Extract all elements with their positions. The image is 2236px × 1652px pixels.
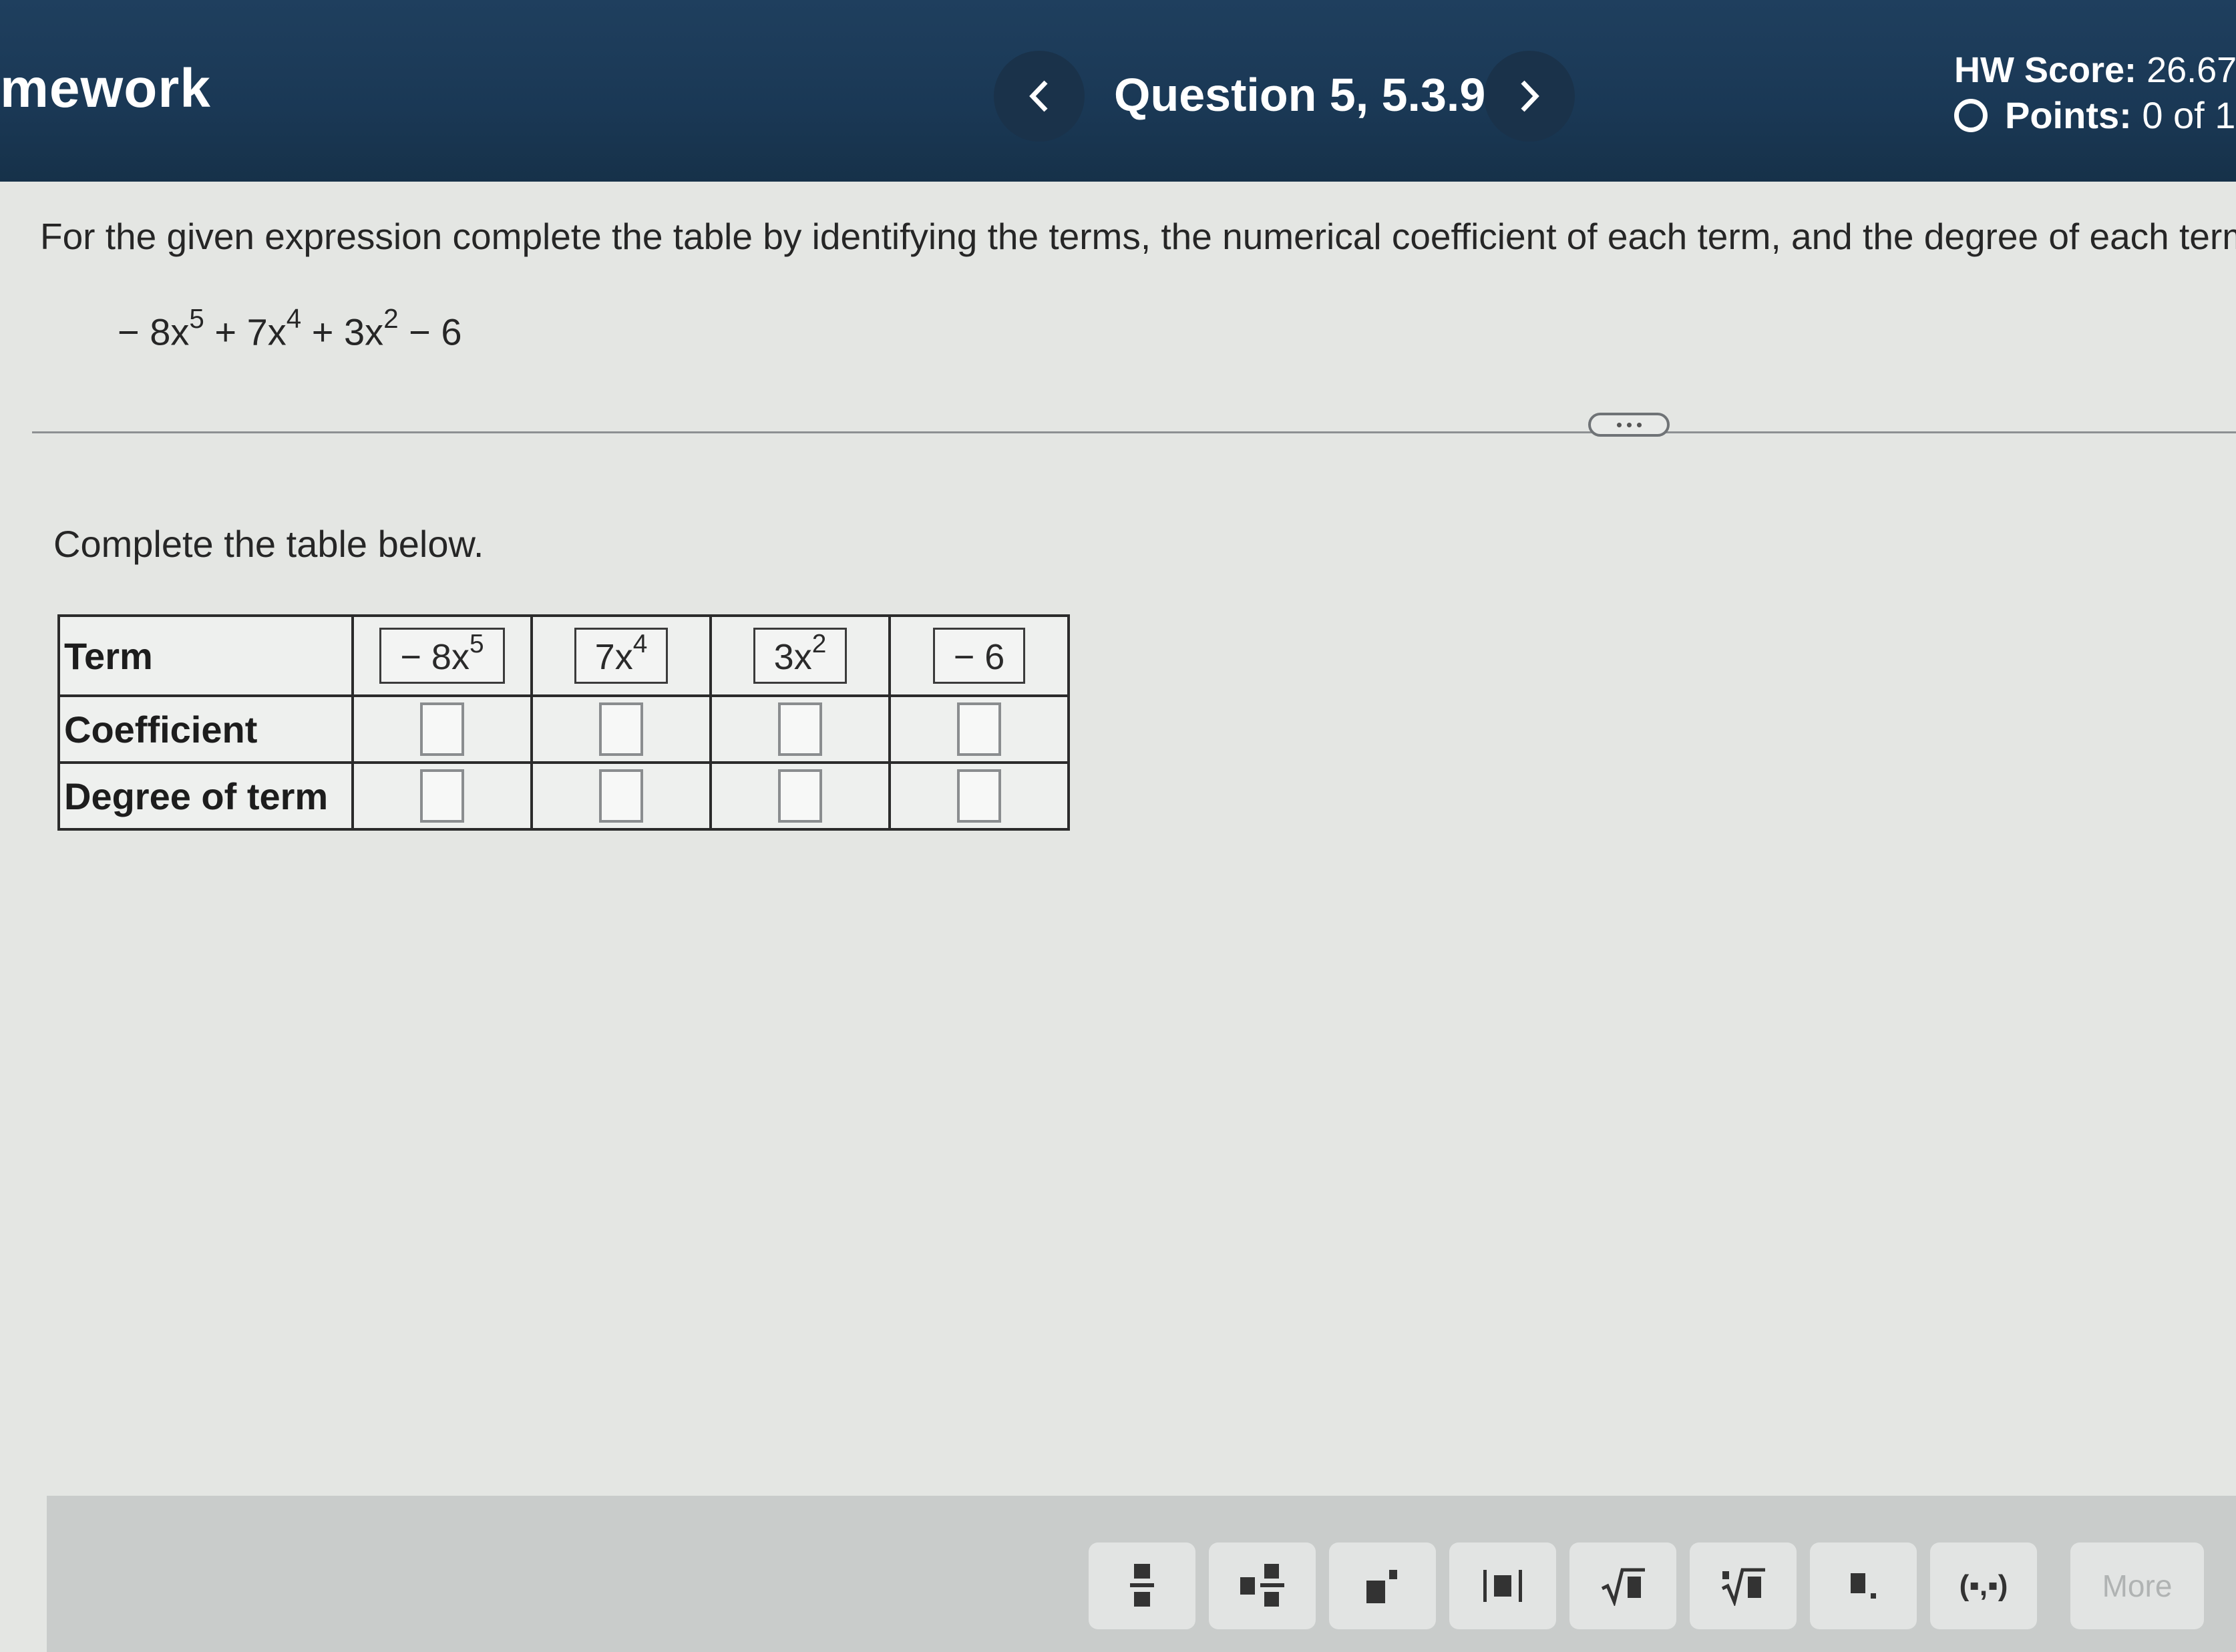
table-row-degree: Degree of term [57, 761, 1070, 831]
table-row-term: Term − 8x5 7x4 3x2 − 6 [57, 614, 1070, 697]
fraction-icon [1130, 1564, 1154, 1607]
hw-score: HW Score: 26.67 [1954, 49, 2236, 91]
answer-table: Term − 8x5 7x4 3x2 − 6 Coefficient Degre… [57, 614, 1070, 831]
expr-term-2: + 7x [204, 311, 287, 353]
points-value: 0 of 1 [2142, 94, 2236, 136]
coefficient-cell [709, 694, 891, 764]
ordered-pair-icon: (▪,▪) [1959, 1569, 2008, 1602]
degree-cell [888, 761, 1070, 831]
degree-cell [351, 761, 533, 831]
term-box-2: 7x4 [574, 628, 669, 684]
exponent-icon [1366, 1570, 1397, 1603]
coefficient-input-4[interactable] [957, 702, 1001, 756]
absolute-value-icon [1483, 1570, 1522, 1602]
degree-input-2[interactable] [599, 769, 643, 823]
dot-icon [1626, 422, 1632, 427]
task-label: Complete the table below. [53, 523, 484, 565]
dot-icon [1616, 422, 1622, 427]
row-header-term: Term [57, 614, 354, 697]
square-root-icon [1601, 1568, 1645, 1606]
question-instructions: For the given expression complete the ta… [40, 216, 2236, 257]
term-cell: 3x2 [709, 614, 891, 697]
exponent-button[interactable] [1329, 1542, 1436, 1629]
points-label: Points: [2005, 94, 2132, 136]
expr-exp-1: 5 [189, 302, 204, 334]
mixed-number-button[interactable] [1209, 1542, 1316, 1629]
expr-exp-2: 4 [286, 302, 302, 334]
coefficient-cell [530, 694, 712, 764]
polynomial-expression: − 8x5 + 7x4 + 3x2 − 6 [118, 303, 462, 354]
decimal-button[interactable] [1810, 1542, 1917, 1629]
math-toolbar: (▪,▪) More [47, 1496, 2236, 1652]
app-title: mework [0, 58, 211, 119]
coefficient-input-3[interactable] [778, 702, 822, 756]
degree-input-1[interactable] [420, 769, 464, 823]
mixed-number-icon [1240, 1564, 1284, 1607]
next-question-button[interactable] [1484, 51, 1575, 142]
absolute-value-button[interactable] [1449, 1542, 1556, 1629]
coefficient-input-2[interactable] [599, 702, 643, 756]
nth-root-icon [1721, 1568, 1765, 1606]
hw-score-label: HW Score: [1954, 50, 2137, 90]
coefficient-cell [351, 694, 533, 764]
term-box-3: 3x2 [753, 628, 848, 684]
row-header-coefficient: Coefficient [57, 694, 354, 764]
term-cell: − 6 [888, 614, 1070, 697]
degree-input-3[interactable] [778, 769, 822, 823]
expand-more-button[interactable] [1588, 413, 1670, 437]
term-cell: − 8x5 [351, 614, 533, 697]
nth-root-button[interactable] [1690, 1542, 1797, 1629]
dot-icon [1636, 422, 1642, 427]
degree-cell [530, 761, 712, 831]
hw-score-value: 26.67 [2147, 50, 2236, 90]
expr-exp-3: 2 [383, 302, 399, 334]
more-tools-button[interactable]: More [2070, 1542, 2204, 1629]
coefficient-cell [888, 694, 1070, 764]
expr-term-1: − 8x [118, 311, 190, 353]
points-circle-icon [1954, 98, 1988, 132]
points-status: Points: 0 of 1 [1954, 93, 2235, 137]
chevron-right-icon [1521, 80, 1539, 112]
decimal-icon [1851, 1573, 1876, 1599]
term-box-1: − 8x5 [379, 628, 505, 684]
table-row-coefficient: Coefficient [57, 694, 1070, 764]
expr-term-3: + 3x [301, 311, 384, 353]
degree-cell [709, 761, 891, 831]
previous-question-button[interactable] [994, 51, 1085, 142]
question-label: Question 5, 5.3.9 [1114, 69, 1486, 121]
chevron-left-icon [1029, 80, 1048, 112]
fraction-button[interactable] [1089, 1542, 1195, 1629]
square-root-button[interactable] [1569, 1542, 1676, 1629]
ordered-pair-button[interactable]: (▪,▪) [1930, 1542, 2037, 1629]
term-cell: 7x4 [530, 614, 712, 697]
header-bar: mework Question 5, 5.3.9 HW Score: 26.67… [0, 0, 2236, 182]
section-divider [32, 431, 2236, 433]
expr-term-4: − 6 [398, 311, 462, 353]
degree-input-4[interactable] [957, 769, 1001, 823]
row-header-degree: Degree of term [57, 761, 354, 831]
coefficient-input-1[interactable] [420, 702, 464, 756]
term-box-4: − 6 [932, 628, 1026, 684]
